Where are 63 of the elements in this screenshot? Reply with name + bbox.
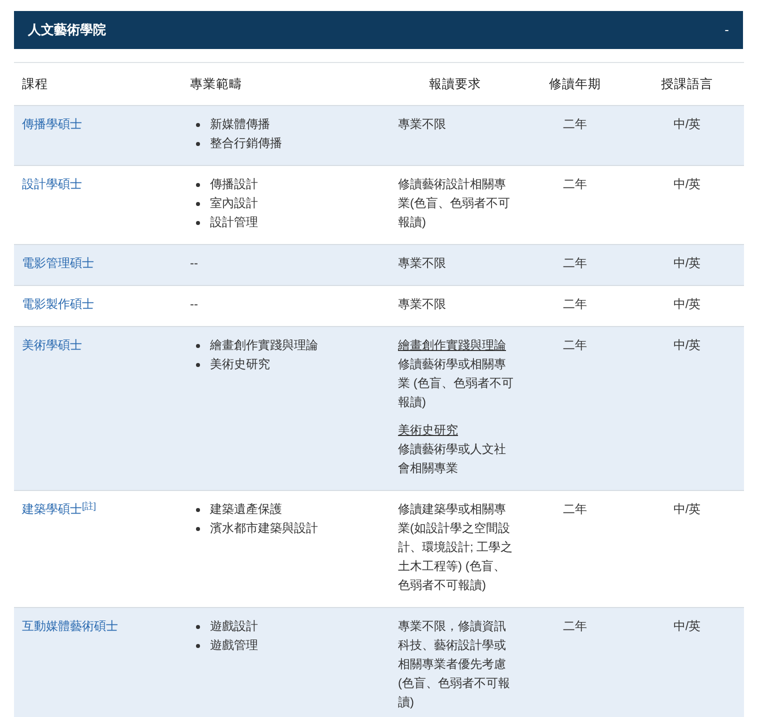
scope-item: 新媒體傳播	[210, 116, 270, 133]
course-link[interactable]: 電影製作碩士	[22, 297, 94, 311]
course-link[interactable]: 互動媒體藝術碩士	[22, 619, 118, 633]
bullet-icon	[196, 122, 200, 126]
column-header: 修讀年期	[549, 76, 601, 91]
scope-item: 繪畫創作實踐與理論	[210, 337, 318, 354]
column-header: 專業範疇	[190, 76, 242, 91]
scope-item: 整合行銷傳播	[210, 135, 282, 152]
scope-item: 傳播設計	[210, 176, 258, 193]
table-cell: 二年	[563, 177, 587, 191]
requirement-text: 修讀藝術學或人文社會相關專業	[398, 441, 507, 477]
bullet-icon	[196, 624, 200, 628]
bullet-icon	[196, 362, 200, 366]
bullet-icon	[196, 182, 200, 186]
requirement-heading: 繪畫創作實踐與理論	[398, 337, 507, 354]
scope-item: 遊戲設計	[210, 618, 258, 635]
bullet-icon	[196, 220, 200, 224]
column-header: 報讀要求	[429, 76, 481, 91]
table-cell: 中/英	[673, 502, 701, 516]
column-header: 課程	[22, 76, 48, 91]
requirement-heading: 美術史研究	[398, 422, 459, 439]
table-cell: 二年	[563, 117, 587, 131]
table-cell: 二年	[563, 256, 587, 270]
panel-header[interactable]: 人文藝術學院 -	[14, 11, 743, 49]
table-cell: 中/英	[673, 177, 701, 191]
table-cell: 中/英	[673, 297, 701, 311]
table-cell: 二年	[563, 297, 587, 311]
requirement-text: 專業不限，修讀資訊科技、藝術設計學或相關專業者優先考慮(色盲、色弱者不可報讀)	[398, 618, 511, 711]
bullet-icon	[196, 526, 200, 530]
requirement-text: 修讀藝術設計相關專業(色盲、色弱者不可報讀)	[398, 176, 511, 231]
scope-item: 遊戲管理	[210, 637, 258, 654]
table-cell: 中/英	[673, 117, 701, 131]
table-cell: 二年	[563, 502, 587, 516]
table-cell: 中/英	[673, 619, 701, 633]
course-link[interactable]: 美術學碩士	[22, 338, 82, 352]
bullet-icon	[196, 644, 200, 648]
requirement-text: 修讀藝術學或相關專業 (色盲、色弱者不可報讀)	[398, 356, 514, 411]
requirement-text: 專業不限	[398, 116, 447, 133]
column-header: 授課語言	[661, 76, 713, 91]
scope-item: 濱水都市建築與設計	[210, 520, 318, 537]
course-link[interactable]: 電影管理碩士	[22, 256, 94, 270]
panel-title: 人文藝術學院	[28, 21, 106, 40]
table-cell: 中/英	[673, 338, 701, 352]
course-link[interactable]: 設計學碩士	[22, 177, 82, 191]
bullet-icon	[196, 142, 200, 146]
table-cell: --	[190, 256, 198, 270]
course-link[interactable]: 建築學碩士$^{[註]}$	[22, 502, 96, 516]
bullet-icon	[196, 508, 200, 512]
course-link[interactable]: 傳播學碩士	[22, 117, 82, 131]
requirement-text: 修讀建築學或相關專業(如設計學之空間設計、環境設計; 工學之土木工程等) (色盲、色弱者不可報讀)	[398, 501, 514, 594]
table-cell: 二年	[563, 619, 587, 633]
scope-item: 建築遺產保護	[210, 501, 282, 518]
requirement-text: 專業不限	[398, 255, 447, 272]
collapse-toggle[interactable]: -	[724, 20, 729, 40]
bullet-icon	[196, 344, 200, 348]
scope-item: 設計管理	[210, 214, 258, 231]
table-cell: --	[190, 297, 198, 311]
scope-item: 室內設計	[210, 195, 258, 212]
table-cell: 中/英	[673, 256, 701, 270]
bullet-icon	[196, 202, 200, 206]
requirement-text: 專業不限	[398, 296, 447, 313]
table-cell: 二年	[563, 338, 587, 352]
scope-item: 美術史研究	[210, 356, 270, 373]
